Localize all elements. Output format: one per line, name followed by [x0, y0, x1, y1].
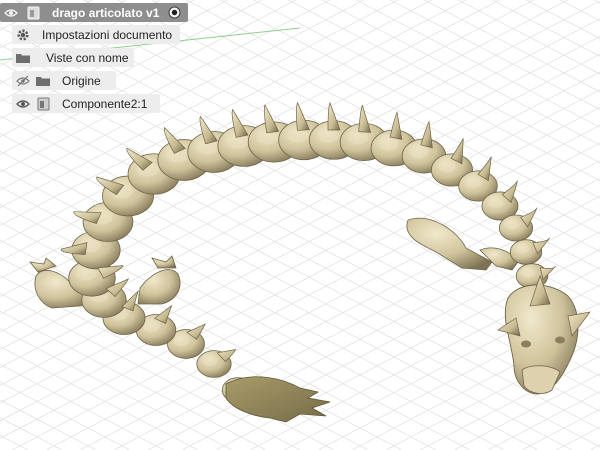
browser-item-label: Origine	[62, 73, 101, 88]
browser-item-origin[interactable]: Origine	[12, 71, 116, 90]
grid-line	[355, 0, 600, 128]
document-icon	[24, 6, 42, 20]
scale-highlight	[348, 130, 369, 145]
rear-left-foot	[29, 257, 57, 273]
dragon-snout	[521, 365, 561, 394]
scale-highlight	[515, 244, 529, 254]
scale-highlight	[317, 128, 339, 143]
scale-highlight	[487, 197, 504, 208]
folder-icon	[34, 75, 52, 87]
browser-panel: drago articolato v1 Impostazioni documen…	[0, 0, 240, 120]
scale-highlight	[409, 145, 429, 159]
eye-hidden-icon[interactable]	[14, 75, 32, 87]
dorsal-spike	[263, 104, 280, 134]
dorsal-spike	[389, 111, 403, 140]
browser-item-label: Componente2:1	[62, 96, 148, 111]
scale-highlight	[378, 137, 399, 151]
dragon-eye-left	[521, 340, 531, 348]
scale-highlight	[142, 320, 160, 332]
scale-highlight	[173, 335, 190, 346]
head-horn-right	[567, 311, 591, 337]
scale-highlight	[521, 268, 535, 278]
grid-line	[590, 0, 600, 450]
dorsal-spike	[327, 102, 341, 131]
browser-item-component[interactable]: Componente2:1	[12, 94, 160, 113]
rear-right-foot	[151, 255, 177, 269]
dragon-eye-right	[555, 336, 565, 344]
browser-item-label: Viste con nome	[46, 50, 129, 65]
document-title: drago articolato v1	[52, 5, 160, 20]
browser-item-label: Impostazioni documento	[42, 27, 173, 42]
eye-icon[interactable]	[2, 8, 20, 18]
dorsal-spike	[358, 104, 372, 133]
scale-highlight	[465, 176, 482, 188]
dragon-model[interactable]	[29, 101, 591, 423]
folder-icon	[14, 52, 32, 64]
grid-line	[589, 444, 600, 450]
grid-line	[317, 302, 600, 450]
gear-icon	[14, 28, 32, 42]
scale-highlight	[438, 160, 456, 172]
browser-item-document-settings[interactable]: Impostazioni documento	[12, 25, 180, 44]
scale-highlight	[504, 220, 520, 230]
scale-highlight	[202, 355, 218, 366]
component-icon	[34, 97, 52, 111]
browser-root-node[interactable]: drago articolato v1	[0, 3, 188, 22]
active-radio-icon[interactable]	[166, 6, 182, 19]
browser-item-named-views[interactable]: Viste con nome	[12, 48, 134, 67]
eye-icon[interactable]	[14, 99, 32, 109]
tail-tip	[225, 376, 331, 423]
